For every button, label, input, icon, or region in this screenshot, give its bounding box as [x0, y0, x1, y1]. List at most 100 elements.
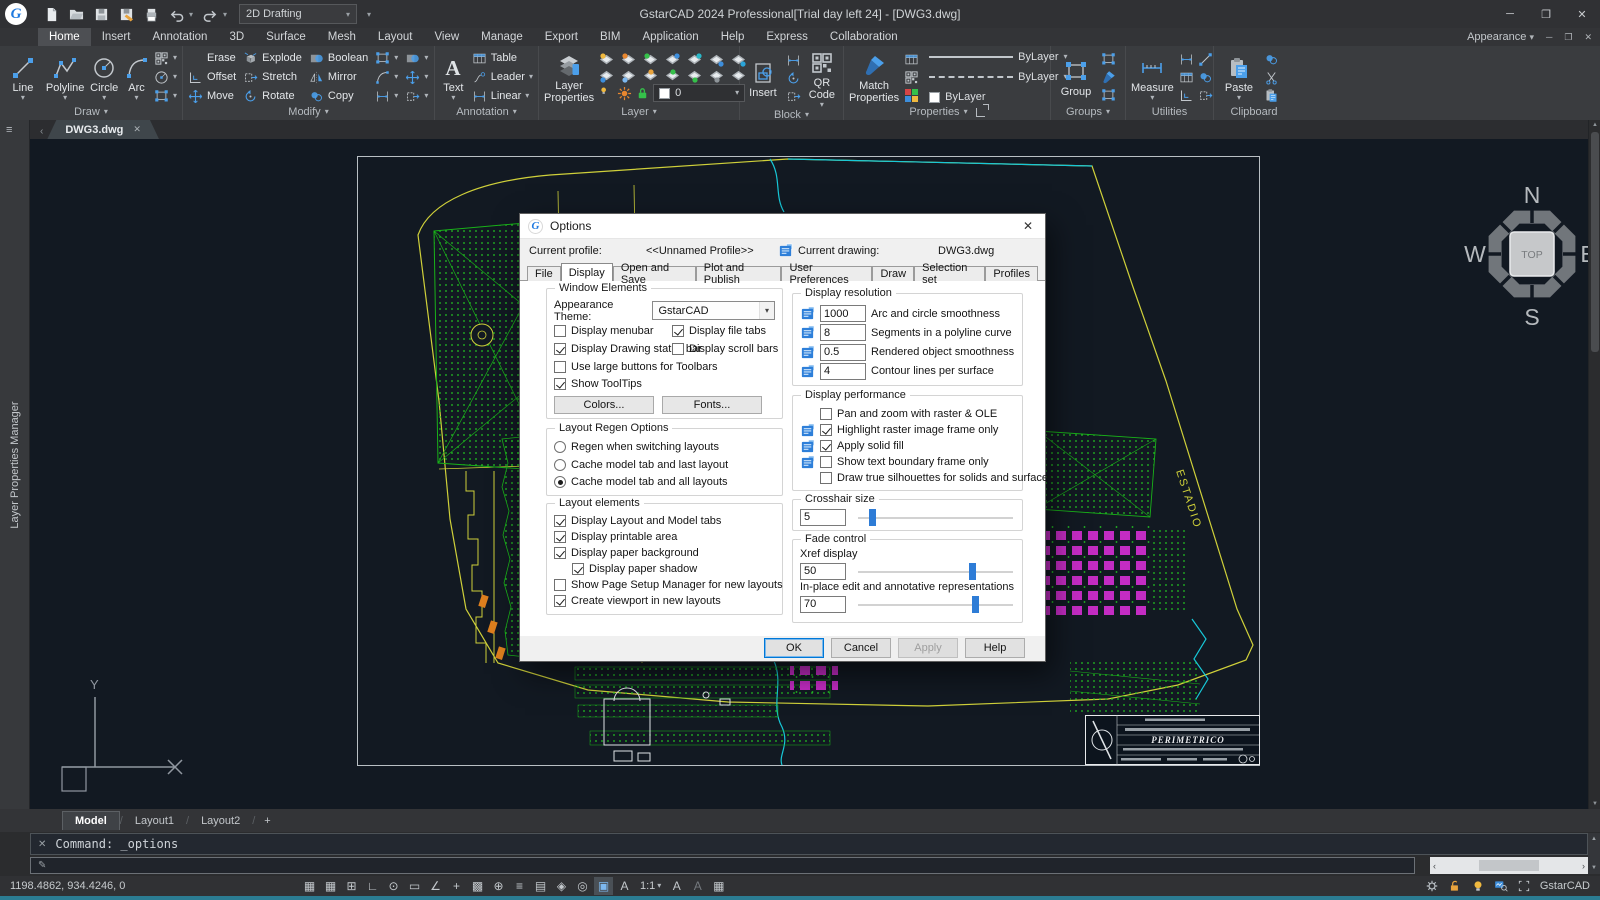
quick-properties-icon[interactable]: ▦	[709, 877, 728, 895]
appearance-theme-select[interactable]: GstarCAD ▾	[652, 301, 775, 320]
slider-thumb[interactable]	[869, 509, 876, 526]
boolean-tool[interactable]: Boolean	[309, 49, 368, 67]
tab-layout1[interactable]: Layout1	[123, 812, 186, 830]
linear-dimension-tool[interactable]: Linear▾	[472, 87, 533, 105]
annotation-monitor-icon[interactable]: ◎	[573, 877, 592, 895]
snap-mode-icon[interactable]: ⊞	[342, 877, 361, 895]
layer-match-icon[interactable]	[665, 52, 680, 67]
rotate-tool[interactable]: Rotate	[243, 87, 302, 105]
circle-tool[interactable]: Circle▾	[89, 53, 119, 102]
ortho-mode-icon[interactable]: ∟	[363, 877, 382, 895]
block-attribute-icon[interactable]	[786, 89, 801, 104]
lineweight-list-icon[interactable]	[904, 52, 919, 67]
utilities-panel-caption[interactable]: Utilities	[1126, 106, 1213, 120]
group-edit-icon[interactable]	[1101, 70, 1116, 85]
array-tool[interactable]: ▾	[375, 49, 398, 67]
cb-large-buttons[interactable]: Use large buttons for Toolbars	[554, 358, 775, 376]
isometric-drafting-icon[interactable]: ▭	[405, 877, 424, 895]
polyline-tool[interactable]: Polyline▾	[46, 53, 85, 102]
crosshair-size-slider[interactable]	[856, 509, 1015, 526]
tab-surface[interactable]: Surface	[255, 28, 317, 46]
dynamic-ucs-icon[interactable]: ◈	[552, 877, 571, 895]
transparency-icon[interactable]: ⊕	[489, 877, 508, 895]
workspace-combo[interactable]: 2D Drafting ▾	[239, 4, 357, 24]
appearance-menu[interactable]: Appearance ▾	[1467, 31, 1534, 43]
add-layout-button[interactable]: +	[255, 812, 279, 830]
tab-profiles[interactable]: Profiles	[985, 266, 1038, 281]
layer-thaw-icon[interactable]	[621, 52, 636, 67]
qr-code-tool[interactable]: QR Code▾	[806, 48, 838, 109]
compass-north[interactable]: N	[1524, 182, 1541, 208]
layer-lock-icon[interactable]	[643, 68, 658, 83]
layer-unlock-icon[interactable]	[643, 52, 658, 67]
slider-thumb[interactable]	[969, 563, 976, 580]
move-tool[interactable]: Move	[188, 87, 236, 105]
donut-tool[interactable]: ▾	[154, 68, 177, 86]
save-button[interactable]	[89, 3, 113, 25]
paste-tool[interactable]: Paste▾	[1219, 53, 1259, 102]
id-point-icon[interactable]	[1198, 52, 1213, 67]
rendered-smoothness-input[interactable]	[820, 344, 866, 361]
arc-tool[interactable]: Arc▾	[124, 53, 149, 102]
point-style-icon[interactable]	[1179, 88, 1194, 103]
erase-tool[interactable]: Erase	[188, 49, 236, 67]
file-tab-close-icon[interactable]: ✕	[133, 124, 141, 135]
cb-display-file-tabs[interactable]: Display file tabs	[672, 322, 778, 340]
inplace-fade-slider[interactable]	[856, 596, 1015, 613]
annotation-autoadd-icon[interactable]: A	[688, 877, 707, 895]
tab-file[interactable]: File	[527, 266, 561, 281]
crosshair-size-input[interactable]	[800, 509, 846, 526]
hscroll-left-icon[interactable]: ‹	[1433, 861, 1436, 871]
cb-display-paper-background[interactable]: Display paper background	[554, 545, 775, 561]
hatch-tool[interactable]: ▾	[154, 87, 177, 105]
object-snap-tracking-icon[interactable]: ∠	[426, 877, 445, 895]
ungroup-icon[interactable]	[1101, 52, 1116, 67]
cb-display-scroll-bars[interactable]: Display scroll bars	[672, 340, 778, 358]
tab-open-save[interactable]: Open and Save	[613, 266, 696, 281]
table-tool[interactable]: Table	[472, 49, 533, 67]
compass-south[interactable]: S	[1524, 304, 1539, 330]
file-tab-scroll-left-icon[interactable]: ‹	[36, 126, 47, 139]
ok-button[interactable]: OK	[764, 638, 824, 658]
explode-tool[interactable]: Explode	[243, 49, 302, 67]
tab-annotation[interactable]: Annotation	[141, 28, 218, 46]
layer-bulb-icon[interactable]	[599, 86, 614, 101]
groups-panel-caption[interactable]: Groups▾	[1051, 106, 1125, 120]
qat-more-icon[interactable]: ▾	[367, 10, 371, 19]
leader-tool[interactable]: Leader▾	[472, 68, 533, 86]
layer-select-combo[interactable]: 0 ▾	[653, 84, 745, 102]
command-scroll-up-icon[interactable]: ▲	[1591, 836, 1597, 842]
xref-fade-input[interactable]	[800, 563, 846, 580]
scroll-down-icon[interactable]: ▼	[1589, 801, 1600, 807]
layer-off-icon[interactable]	[599, 68, 614, 83]
draw-panel-caption[interactable]: Draw▾	[0, 106, 182, 120]
fillet-tool[interactable]: ▾	[375, 68, 398, 86]
layer-properties-tool[interactable]: Layer Properties	[544, 51, 594, 104]
distance-icon[interactable]	[1179, 52, 1194, 67]
annotation-scale-control[interactable]: 1:1▾	[636, 880, 665, 892]
create-block-icon[interactable]	[786, 53, 801, 68]
tab-express[interactable]: Express	[755, 28, 819, 46]
cb-display-drawing-status-bar[interactable]: Display Drawing status bar	[554, 340, 672, 358]
cb-display-layout-model-tabs[interactable]: Display Layout and Model tabs	[554, 513, 775, 529]
hscroll-right-icon[interactable]: ›	[1582, 861, 1585, 871]
window-restore-button[interactable]: ❐	[1528, 0, 1564, 28]
modify-panel-caption[interactable]: Modify▾	[183, 106, 434, 120]
annotation-panel-caption[interactable]: Annotation▾	[435, 106, 538, 120]
tab-display[interactable]: Display	[561, 263, 613, 281]
cb-apply-solid-fill[interactable]: Apply solid fill	[800, 438, 1015, 454]
tab-draw[interactable]: Draw	[872, 266, 914, 281]
compass-west[interactable]: W	[1464, 241, 1486, 267]
layer-walk-icon[interactable]	[687, 68, 702, 83]
layer-lockstate-icon[interactable]	[635, 86, 650, 101]
layer-panel-caption[interactable]: Layer▾	[539, 106, 739, 120]
inplace-fade-input[interactable]	[800, 596, 846, 613]
fonts-button[interactable]: Fonts...	[662, 396, 762, 414]
hscroll-thumb[interactable]	[1479, 860, 1539, 871]
doc-close-button[interactable]: ✕	[1584, 32, 1592, 43]
view-compass[interactable]: TOP N W S E	[1464, 182, 1588, 330]
compass-east[interactable]: E	[1580, 241, 1588, 267]
scroll-up-icon[interactable]: ▲	[1589, 122, 1600, 128]
arc-smoothness-input[interactable]	[820, 305, 866, 322]
doc-restore-button[interactable]: ❐	[1564, 32, 1572, 43]
